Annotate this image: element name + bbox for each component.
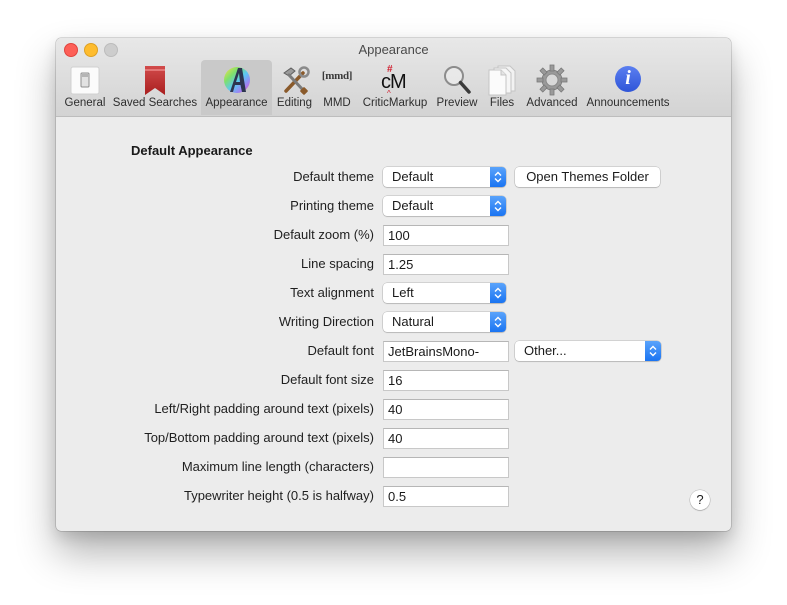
- help-button[interactable]: ?: [690, 490, 710, 510]
- tb-padding-label: Top/Bottom padding around text (pixels): [144, 430, 374, 445]
- files-icon: [486, 64, 518, 96]
- printing-theme-popup[interactable]: Default: [383, 196, 506, 216]
- toolbar-tab-mmd[interactable]: [mmd] MMD: [318, 60, 356, 115]
- writing-direction-popup[interactable]: Natural: [383, 312, 506, 332]
- toolbar-label: Saved Searches: [112, 97, 198, 109]
- window-title: Appearance: [358, 42, 429, 57]
- color-wheel-a-icon: [221, 64, 253, 96]
- toolbar-label: CriticMarkup: [362, 97, 428, 109]
- popup-stepper-icon: [490, 312, 506, 332]
- popup-stepper-icon: [490, 196, 506, 216]
- toolbar-tab-advanced[interactable]: Advanced: [523, 60, 581, 115]
- default-font-label: Default font: [307, 343, 375, 358]
- typewriter-height-label: Typewriter height (0.5 is halfway): [183, 488, 374, 503]
- toolbar-tab-saved-searches[interactable]: Saved Searches: [111, 60, 199, 115]
- default-theme-popup[interactable]: Default: [383, 167, 506, 187]
- default-font-input[interactable]: JetBrainsMono-: [383, 341, 509, 362]
- max-line-length-input[interactable]: [383, 457, 509, 478]
- section-title: Default Appearance: [131, 143, 253, 158]
- criticmarkup-icon: # cM ^: [381, 64, 407, 98]
- max-line-length-label: Maximum line length (characters): [181, 459, 374, 474]
- printing-theme-value: Default: [392, 198, 434, 213]
- open-themes-folder-button[interactable]: Open Themes Folder: [515, 167, 660, 187]
- toolbar-label: Appearance: [205, 97, 268, 109]
- text-alignment-label: Text alignment: [290, 285, 374, 300]
- bookmark-icon: [139, 64, 171, 96]
- mmd-icon: [mmd]: [319, 64, 355, 96]
- writing-direction-label: Writing Direction: [278, 314, 374, 329]
- title-toolbar: Appearance General Saved Searches Appear…: [56, 38, 731, 117]
- popup-stepper-icon: [645, 341, 661, 361]
- default-theme-value: Default: [392, 169, 434, 184]
- printing-theme-label: Printing theme: [290, 198, 374, 213]
- default-zoom-label: Default zoom (%): [273, 227, 374, 242]
- toolbar-tab-appearance[interactable]: Appearance: [201, 60, 272, 115]
- toolbar-tab-files[interactable]: Files: [483, 60, 521, 115]
- toolbar-label: Editing: [276, 97, 313, 109]
- default-zoom-input[interactable]: 100: [383, 225, 509, 246]
- typewriter-height-input[interactable]: 0.5: [383, 486, 509, 507]
- hammer-wrench-icon: [279, 64, 311, 96]
- toolbar-label: Preview: [436, 97, 478, 109]
- line-spacing-label: Line spacing: [301, 256, 374, 271]
- toolbar-label: Advanced: [526, 97, 578, 109]
- lr-padding-input[interactable]: 40: [383, 399, 509, 420]
- font-picker-popup[interactable]: Other...: [515, 341, 661, 361]
- popup-stepper-icon: [490, 167, 506, 187]
- gear-icon: [536, 64, 568, 96]
- general-switch-icon: [69, 64, 101, 96]
- tb-padding-input[interactable]: 40: [383, 428, 509, 449]
- magnifier-icon: [441, 64, 473, 96]
- toolbar-label: Files: [489, 97, 515, 109]
- toolbar-label: Announcements: [586, 97, 670, 109]
- toolbar-label: MMD: [323, 97, 351, 109]
- info-glyph: i: [625, 67, 631, 89]
- default-theme-label: Default theme: [293, 169, 374, 184]
- default-font-size-input[interactable]: 16: [383, 370, 509, 391]
- text-alignment-popup[interactable]: Left: [383, 283, 506, 303]
- line-spacing-input[interactable]: 1.25: [383, 254, 509, 275]
- popup-stepper-icon: [490, 283, 506, 303]
- text-alignment-value: Left: [392, 285, 414, 300]
- mmd-glyph: [mmd]: [321, 70, 353, 82]
- toolbar-tab-preview[interactable]: Preview: [434, 60, 480, 115]
- toolbar-label: General: [64, 97, 106, 109]
- writing-direction-value: Natural: [392, 314, 434, 329]
- toolbar-tab-general[interactable]: General: [62, 60, 108, 115]
- preferences-window: Appearance General Saved Searches Appear…: [56, 38, 731, 531]
- cm-glyph: cM: [381, 71, 407, 93]
- toolbar-tab-editing[interactable]: Editing: [274, 60, 315, 115]
- toolbar-tab-criticmarkup[interactable]: # cM ^ CriticMarkup: [359, 60, 431, 115]
- font-picker-value: Other...: [524, 343, 567, 358]
- toolbar-tab-announcements[interactable]: i Announcements: [584, 60, 672, 115]
- default-font-size-label: Default font size: [280, 372, 374, 387]
- lr-padding-label: Left/Right padding around text (pixels): [154, 401, 374, 416]
- info-icon: i: [612, 64, 644, 96]
